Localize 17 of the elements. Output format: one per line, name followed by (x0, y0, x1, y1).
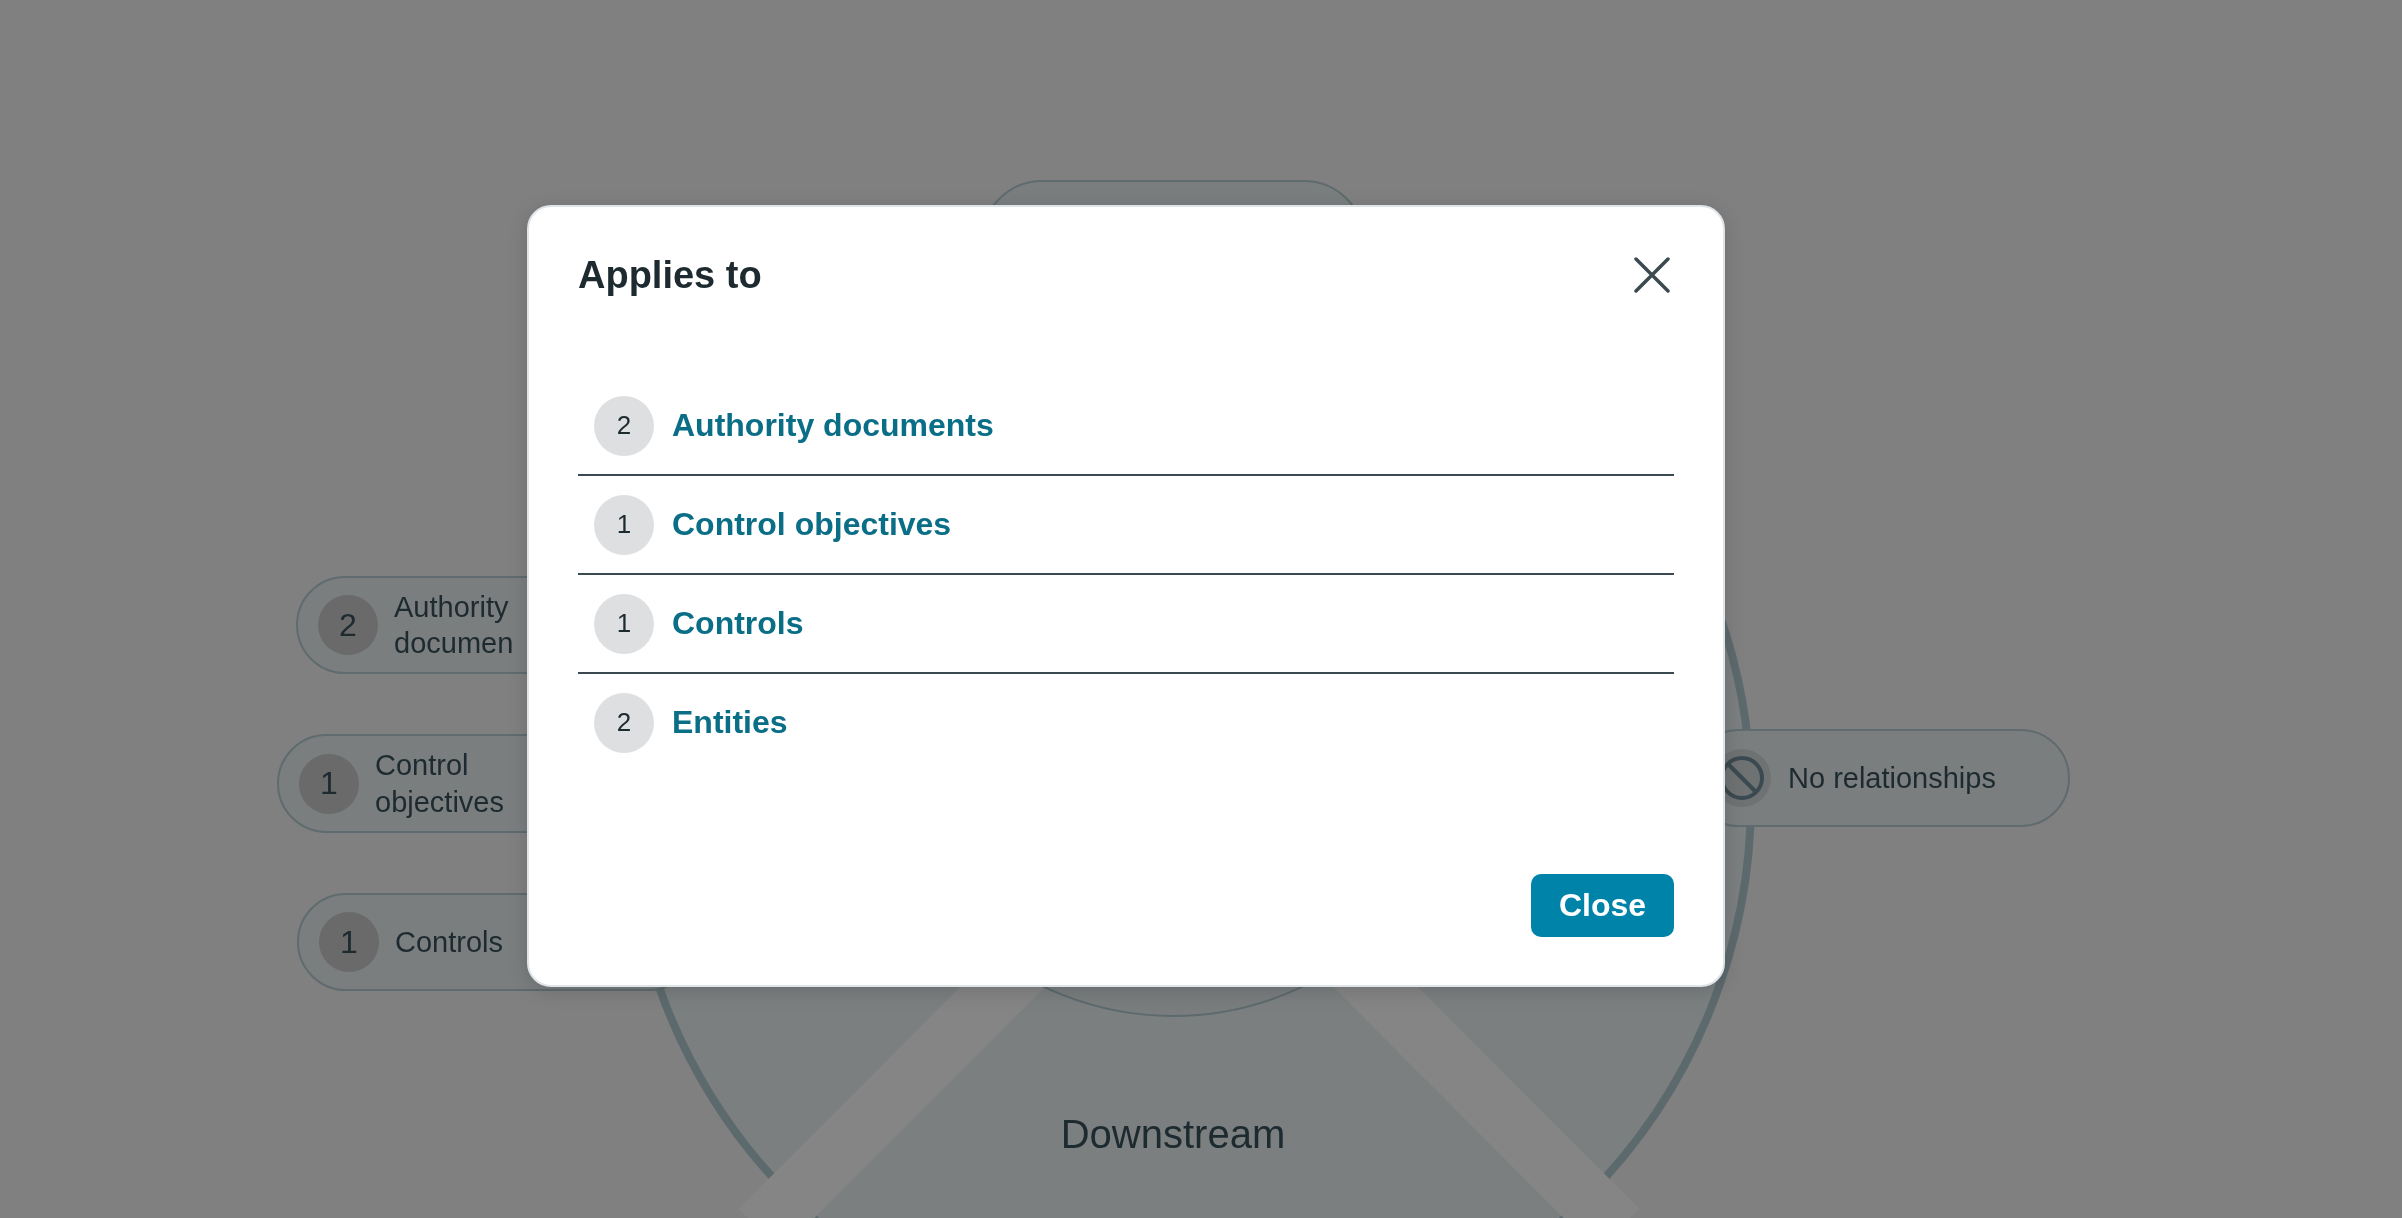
count-badge: 1 (319, 912, 379, 972)
count-badge: 2 (594, 692, 654, 753)
node-label: Controls (395, 924, 504, 960)
count-badge: 1 (594, 494, 654, 555)
section-label: Downstream (1059, 1112, 1287, 1157)
close-button[interactable]: Close (1531, 874, 1674, 937)
dialog-title: Applies to (578, 253, 762, 297)
count-badge: 2 (594, 395, 654, 456)
count-badge: 1 (299, 753, 359, 814)
node-label: No relationships (1788, 760, 1997, 796)
node-label: Authority documen (394, 589, 515, 661)
close-icon (1634, 257, 1670, 293)
count-badge: 2 (318, 595, 378, 655)
category-link[interactable]: Control objectives (672, 506, 952, 543)
node-label: Control objectives (375, 748, 505, 820)
category-link[interactable]: Authority documents (672, 407, 994, 444)
count-badge: 1 (594, 593, 654, 654)
